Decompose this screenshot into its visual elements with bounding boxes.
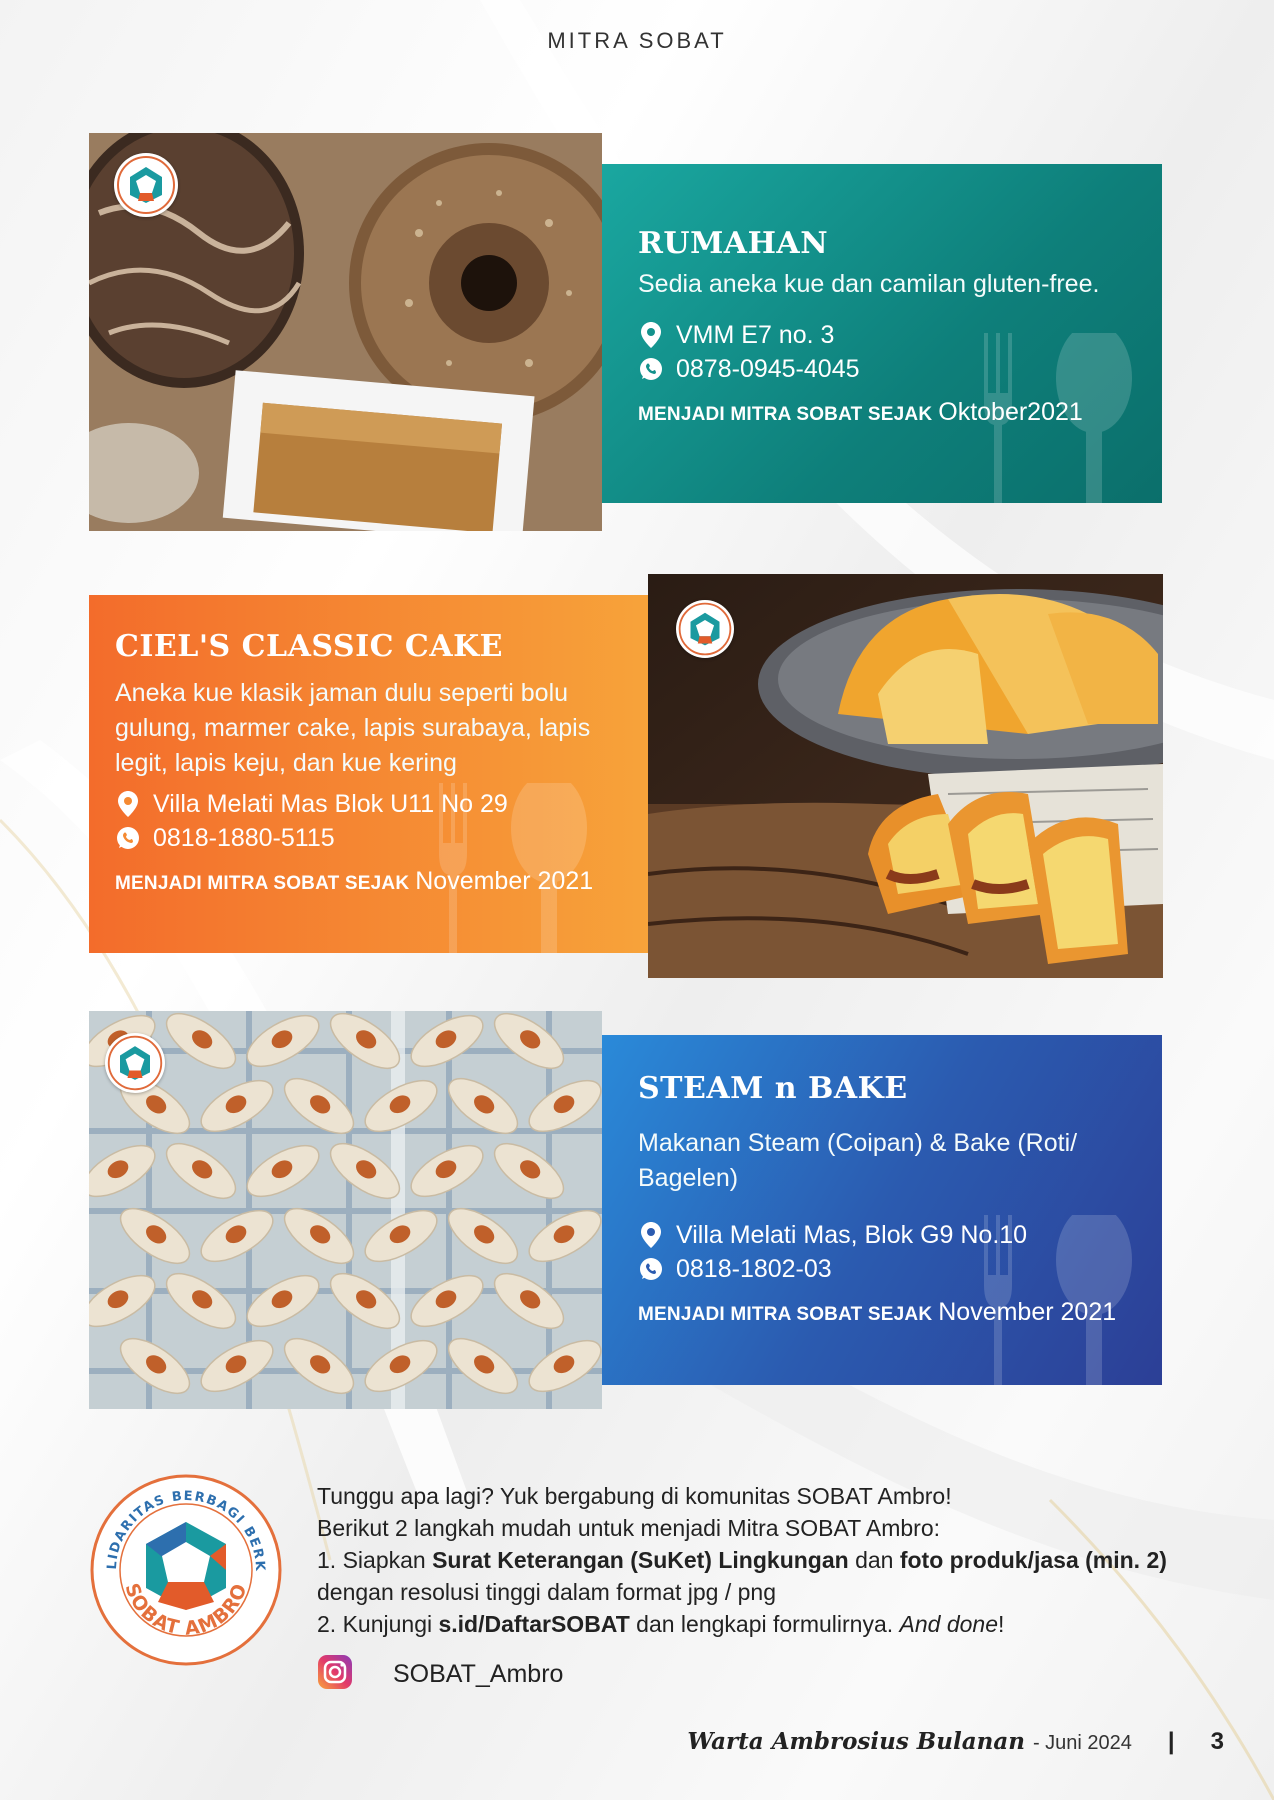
instagram-row[interactable]: SOBAT_Ambro — [317, 1654, 563, 1695]
instagram-handle[interactable]: SOBAT_Ambro — [393, 1660, 563, 1689]
location-pin-icon — [638, 1222, 664, 1248]
whatsapp-icon — [115, 826, 141, 850]
since-date: November 2021 — [938, 1298, 1117, 1326]
instagram-icon — [317, 1654, 353, 1695]
since-label: MENJADI MITRA SOBAT SEJAK — [638, 404, 933, 425]
address-row: VMM E7 no. 3 — [638, 318, 1138, 352]
step-1-document: Surat Keterangan (SuKet) Lingkungan — [432, 1547, 849, 1573]
address-row: Villa Melati Mas, Blok G9 No.10 — [638, 1218, 1138, 1252]
steam-n-bake-card: STEAM n BAKE Makanan Steam (Coipan) & Ba… — [602, 1035, 1162, 1385]
footer-separator: | — [1167, 1728, 1175, 1755]
since-label: MENJADI MITRA SOBAT SEJAK — [638, 1304, 933, 1325]
listing-description: Sedia aneka kue dan camilan gluten-free. — [638, 270, 1100, 298]
phone-text: 0878-0945-4045 — [676, 355, 860, 383]
registration-link[interactable]: s.id/DaftarSOBAT — [438, 1611, 629, 1637]
step-1-connector: dan — [848, 1547, 900, 1573]
step-1-prefix: 1. Siapkan — [317, 1547, 433, 1573]
sobat-badge-icon — [114, 153, 178, 217]
sobat-ambro-logo: SOLIDARITAS BERBAGI BERKAT SOBAT AMBRO — [80, 1459, 286, 1670]
address-row: Villa Melati Mas Blok U11 No 29 — [115, 787, 625, 821]
location-pin-icon — [115, 791, 141, 817]
phone-row: 0878-0945-4045 — [638, 352, 1138, 386]
step-2-done: And done — [899, 1611, 999, 1637]
magazine-title: Warta Ambrosius Bulanan — [687, 1728, 1025, 1755]
location-pin-icon — [638, 322, 664, 348]
step-2-text: dan lengkapi formulirnya. — [629, 1611, 900, 1637]
step-1-photos: foto produk/jasa (min. 2) — [899, 1547, 1167, 1573]
step-2-prefix: 2. Kunjungi — [317, 1611, 439, 1637]
since-date: November 2021 — [415, 867, 594, 895]
listing-description: Aneka kue klasik jaman dulu seperti bolu… — [115, 679, 591, 777]
issue-date: - Juni 2024 — [1032, 1732, 1132, 1754]
page-number: 3 — [1210, 1728, 1224, 1755]
steam-n-bake-photo — [89, 1011, 602, 1409]
address-text: VMM E7 no. 3 — [676, 321, 835, 349]
phone-text: 0818-1880-5115 — [153, 824, 335, 852]
partner-since: MENJADI MITRA SOBAT SEJAK November 2021 — [115, 867, 625, 896]
listing-name: STEAM n BAKE — [638, 1071, 908, 1106]
since-date: Oktober2021 — [938, 398, 1083, 426]
step-2: 2. Kunjungi s.id/DaftarSOBAT dan lengkap… — [317, 1608, 1217, 1640]
listing-name: CIEL'S CLASSIC CAKE — [115, 629, 504, 664]
phone-text: 0818-1802-03 — [676, 1255, 832, 1283]
since-label: MENJADI MITRA SOBAT SEJAK — [115, 873, 410, 894]
rumahan-card: RUMAHAN Sedia aneka kue dan camilan glut… — [602, 164, 1162, 503]
phone-row: 0818-1802-03 — [638, 1252, 1138, 1286]
join-instructions: Tunggu apa lagi? Yuk bergabung di komuni… — [317, 1480, 1217, 1640]
ciels-classic-cake-card: CIEL'S CLASSIC CAKE Aneka kue klasik jam… — [89, 595, 649, 953]
partner-since: MENJADI MITRA SOBAT SEJAK Oktober2021 — [638, 398, 1138, 427]
address-text: Villa Melati Mas Blok U11 No 29 — [153, 790, 508, 818]
invite-line: Tunggu apa lagi? Yuk bergabung di komuni… — [317, 1483, 952, 1509]
whatsapp-icon — [638, 1257, 664, 1281]
page-footer: Warta Ambrosius Bulanan - Juni 2024 | 3 — [687, 1728, 1224, 1756]
step-1: 1. Siapkan Surat Keterangan (SuKet) Ling… — [317, 1544, 1217, 1576]
ciels-classic-cake-photo — [648, 574, 1163, 978]
whatsapp-icon — [638, 357, 664, 381]
listing-name: RUMAHAN — [638, 226, 829, 261]
phone-row: 0818-1880-5115 — [115, 821, 625, 855]
address-text: Villa Melati Mas, Blok G9 No.10 — [676, 1221, 1028, 1249]
sobat-badge-icon — [105, 1033, 165, 1093]
partner-since: MENJADI MITRA SOBAT SEJAK November 2021 — [638, 1298, 1138, 1327]
listing-description: Makanan Steam (Coipan) & Bake (Roti/ Bag… — [638, 1129, 1078, 1192]
sobat-badge-icon — [676, 600, 734, 658]
step-1-format: dengan resolusi tinggi dalam format jpg … — [317, 1579, 777, 1605]
section-header: MITRA SOBAT — [547, 28, 727, 53]
rumahan-photo — [89, 133, 602, 531]
step-2-suffix: ! — [998, 1611, 1005, 1637]
steps-intro: Berikut 2 langkah mudah untuk menjadi Mi… — [317, 1515, 941, 1541]
